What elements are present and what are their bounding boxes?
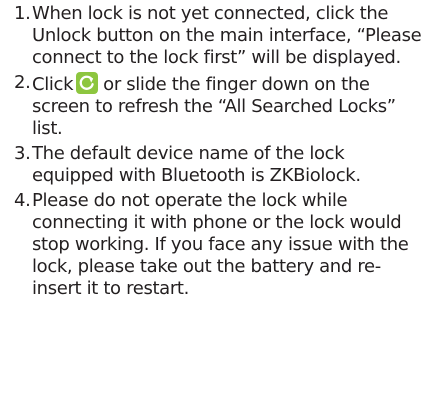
item-number: 3. <box>14 143 31 164</box>
instruction-item-1: 1. When lock is not yet connected, click… <box>0 3 428 69</box>
item-text: The default device name of the lock equi… <box>32 143 361 186</box>
instruction-item-3: 3. The default device name of the lock e… <box>0 143 428 187</box>
item-number: 2. <box>14 72 31 93</box>
item-number: 4. <box>14 190 31 211</box>
item-text-before-icon: Click <box>32 74 74 95</box>
refresh-icon <box>76 72 99 94</box>
item-number: 1. <box>14 3 31 24</box>
item-text: Please do not operate the lock while con… <box>32 190 409 299</box>
instruction-item-4: 4. Please do not operate the lock while … <box>0 190 428 300</box>
instruction-list: 1. When lock is not yet connected, click… <box>0 0 428 300</box>
item-text: When lock is not yet connected, click th… <box>32 3 422 68</box>
instruction-item-2: 2. Click or slide the finger down on the… <box>0 72 428 140</box>
